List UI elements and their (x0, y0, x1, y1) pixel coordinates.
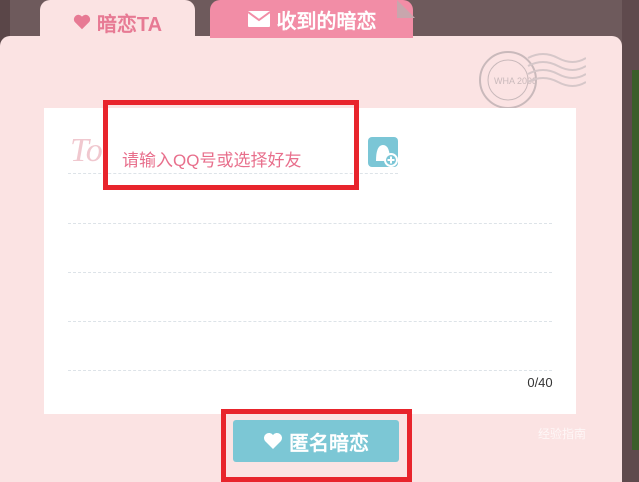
tab-label: 暗恋TA (96, 13, 163, 36)
tab-label: 收到的暗恋 (276, 10, 377, 33)
background-bar (632, 70, 639, 450)
background-right (622, 0, 639, 482)
add-friend-glyph (376, 145, 398, 167)
heart-icon (73, 14, 91, 30)
message-line (68, 223, 552, 224)
postmark-stamp-icon: WHA 2008 (479, 51, 586, 109)
watermark: 经验指南 (538, 427, 587, 441)
mail-icon (246, 11, 271, 27)
submit-label: 匿名暗恋 (289, 432, 369, 455)
tab-fold-corner (397, 0, 415, 18)
message-line (68, 370, 552, 371)
recipient-input[interactable]: 请输入QQ号或选择好友 (122, 146, 301, 171)
message-line (68, 173, 398, 174)
tab-received-crushes[interactable]: 收到的暗恋 (210, 0, 415, 38)
anonymous-crush-button[interactable]: 匿名暗恋 (233, 420, 399, 462)
heart-icon (264, 433, 282, 449)
message-line (68, 272, 552, 273)
message-line (68, 321, 552, 322)
char-counter: 0/40 (527, 375, 553, 390)
add-friend-icon[interactable] (368, 137, 398, 167)
tab-secret-crush[interactable]: 暗恋TA (40, 0, 195, 44)
to-label: To (70, 132, 103, 169)
